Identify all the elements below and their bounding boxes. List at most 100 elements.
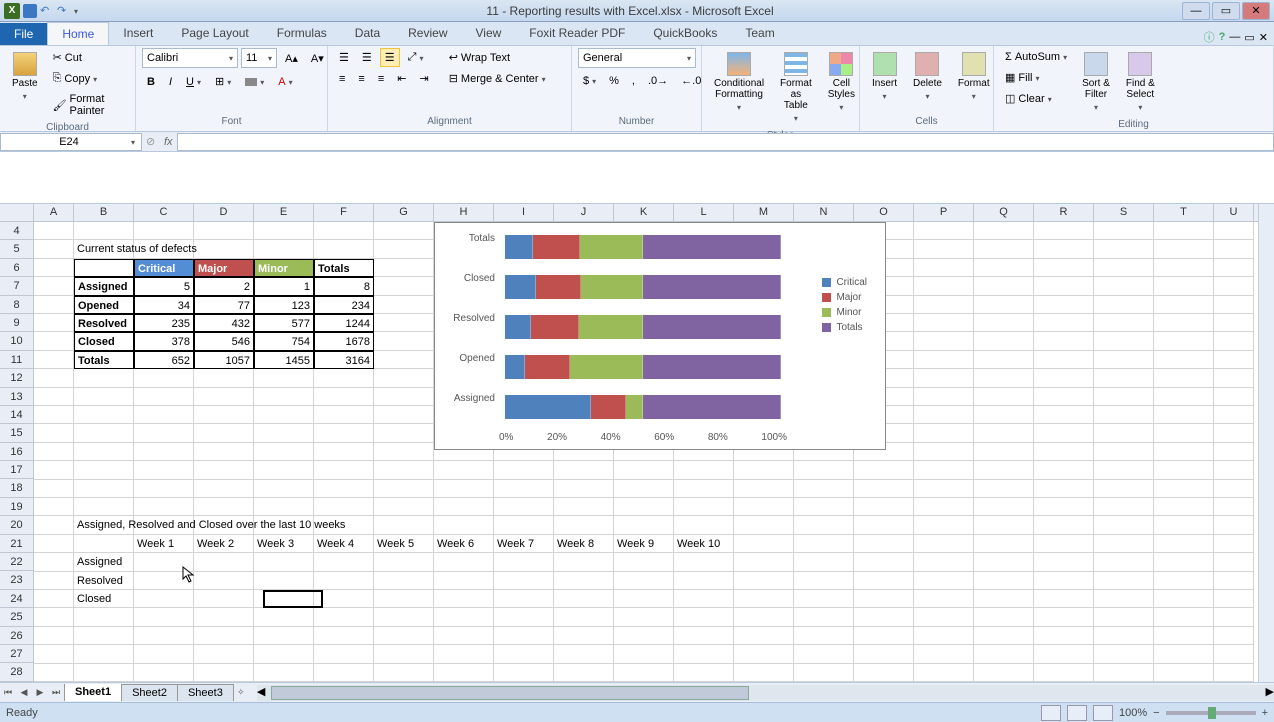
tab-team[interactable]: Team: [731, 22, 788, 45]
row-header[interactable]: 26: [0, 627, 33, 645]
column-header[interactable]: A: [34, 204, 74, 221]
row-header[interactable]: 12: [0, 369, 33, 387]
minimize-button[interactable]: —: [1182, 2, 1210, 20]
select-all-button[interactable]: [0, 204, 34, 222]
cell-D8[interactable]: 77: [194, 296, 254, 314]
cell-F10[interactable]: 1678: [314, 332, 374, 350]
row-header[interactable]: 19: [0, 498, 33, 516]
zoom-out-button[interactable]: −: [1153, 707, 1159, 719]
column-header[interactable]: O: [854, 204, 914, 221]
row-header[interactable]: 16: [0, 443, 33, 461]
horizontal-scrollbar[interactable]: ◀ ▶: [257, 685, 1274, 701]
column-header[interactable]: K: [614, 204, 674, 221]
column-header[interactable]: G: [374, 204, 434, 221]
cell-E7[interactable]: 1: [254, 277, 314, 295]
cell-B11[interactable]: Totals: [74, 351, 134, 369]
formula-input[interactable]: [177, 133, 1274, 151]
zoom-slider[interactable]: [1166, 711, 1256, 715]
cell-B24[interactable]: Closed: [74, 590, 134, 608]
close-button[interactable]: ✕: [1242, 2, 1270, 20]
column-header[interactable]: S: [1094, 204, 1154, 221]
next-sheet-button[interactable]: ▶: [32, 685, 48, 701]
row-header[interactable]: 22: [0, 553, 33, 571]
row-header[interactable]: 18: [0, 479, 33, 497]
cell-B8[interactable]: Opened: [74, 296, 134, 314]
minimize-ribbon-icon[interactable]: ⓘ: [1204, 29, 1215, 45]
bold-button[interactable]: B: [142, 72, 160, 91]
row-header[interactable]: 21: [0, 535, 33, 553]
column-header[interactable]: F: [314, 204, 374, 221]
column-header[interactable]: M: [734, 204, 794, 221]
cell-C6[interactable]: Critical: [134, 259, 194, 277]
tab-review[interactable]: Review: [394, 22, 461, 45]
sort-filter-button[interactable]: Sort & Filter: [1076, 48, 1116, 117]
clear-button[interactable]: ◫Clear: [1000, 89, 1072, 108]
insert-cells-button[interactable]: Insert: [866, 48, 903, 106]
border-button[interactable]: ⊞: [210, 72, 236, 91]
copy-button[interactable]: ⎘Copy: [48, 69, 129, 88]
column-header[interactable]: C: [134, 204, 194, 221]
cell-F11[interactable]: 3164: [314, 351, 374, 369]
row-header[interactable]: 7: [0, 277, 33, 295]
cell-B9[interactable]: Resolved: [74, 314, 134, 332]
format-painter-button[interactable]: 🖌Format Painter: [48, 90, 129, 120]
row-header[interactable]: 14: [0, 406, 33, 424]
normal-view-button[interactable]: [1041, 705, 1061, 721]
sheet-tab-sheet2[interactable]: Sheet2: [121, 684, 178, 701]
tab-home[interactable]: Home: [47, 22, 109, 45]
zoom-in-button[interactable]: +: [1262, 707, 1268, 719]
column-header[interactable]: P: [914, 204, 974, 221]
cell-D6[interactable]: Major: [194, 259, 254, 277]
tab-quickbooks[interactable]: QuickBooks: [639, 22, 731, 45]
percent-icon[interactable]: %: [604, 72, 624, 90]
embedded-chart[interactable]: TotalsClosedResolvedOpenedAssigned 0%20%…: [434, 222, 886, 450]
cell-D9[interactable]: 432: [194, 314, 254, 332]
tab-view[interactable]: View: [462, 22, 516, 45]
cell-styles-button[interactable]: Cell Styles: [822, 48, 861, 117]
column-header[interactable]: E: [254, 204, 314, 221]
align-bottom-icon[interactable]: ☰: [380, 48, 400, 67]
cell-E9[interactable]: 577: [254, 314, 314, 332]
cell-L21[interactable]: Week 10: [674, 535, 734, 553]
delete-cells-button[interactable]: Delete: [907, 48, 948, 106]
zoom-thumb[interactable]: [1208, 707, 1216, 719]
ribbon-restore-icon[interactable]: ▭: [1244, 31, 1254, 44]
row-header[interactable]: 28: [0, 663, 33, 681]
cell-G21[interactable]: Week 5: [374, 535, 434, 553]
row-header[interactable]: 20: [0, 516, 33, 534]
cell-F9[interactable]: 1244: [314, 314, 374, 332]
cell-E6[interactable]: Minor: [254, 259, 314, 277]
row-header[interactable]: 13: [0, 388, 33, 406]
row-header[interactable]: 24: [0, 590, 33, 608]
cell-F6[interactable]: Totals: [314, 259, 374, 277]
cell-B23[interactable]: Resolved: [74, 572, 134, 590]
row-header[interactable]: 27: [0, 645, 33, 663]
new-sheet-button[interactable]: ✧: [233, 685, 249, 701]
row-header[interactable]: 25: [0, 608, 33, 626]
increase-font-icon[interactable]: A▴: [280, 48, 303, 68]
cell-E21[interactable]: Week 3: [254, 535, 314, 553]
row-header[interactable]: 17: [0, 461, 33, 479]
tab-data[interactable]: Data: [341, 22, 394, 45]
cell-E10[interactable]: 754: [254, 332, 314, 350]
currency-icon[interactable]: $: [578, 72, 601, 90]
font-size-combo[interactable]: 11: [241, 48, 277, 68]
cell-F7[interactable]: 8: [314, 277, 374, 295]
vertical-scrollbar[interactable]: [1258, 204, 1274, 682]
cell-C11[interactable]: 652: [134, 351, 194, 369]
fx-icon[interactable]: fx: [159, 136, 177, 148]
column-header[interactable]: J: [554, 204, 614, 221]
undo-icon[interactable]: ↶: [40, 4, 54, 18]
find-select-button[interactable]: Find & Select: [1120, 48, 1161, 117]
cell-D7[interactable]: 2: [194, 277, 254, 295]
page-break-view-button[interactable]: [1093, 705, 1113, 721]
italic-button[interactable]: I: [164, 72, 177, 91]
decrease-font-icon[interactable]: A▾: [306, 48, 329, 68]
column-header[interactable]: D: [194, 204, 254, 221]
column-header[interactable]: R: [1034, 204, 1094, 221]
cell-grid[interactable]: Current status of defectsCriticalMajorMi…: [34, 222, 1274, 682]
increase-indent-icon[interactable]: ⇥: [414, 69, 433, 88]
tab-formulas[interactable]: Formulas: [263, 22, 341, 45]
autosum-button[interactable]: ΣAutoSum: [1000, 48, 1072, 66]
align-center-icon[interactable]: ≡: [353, 69, 369, 88]
